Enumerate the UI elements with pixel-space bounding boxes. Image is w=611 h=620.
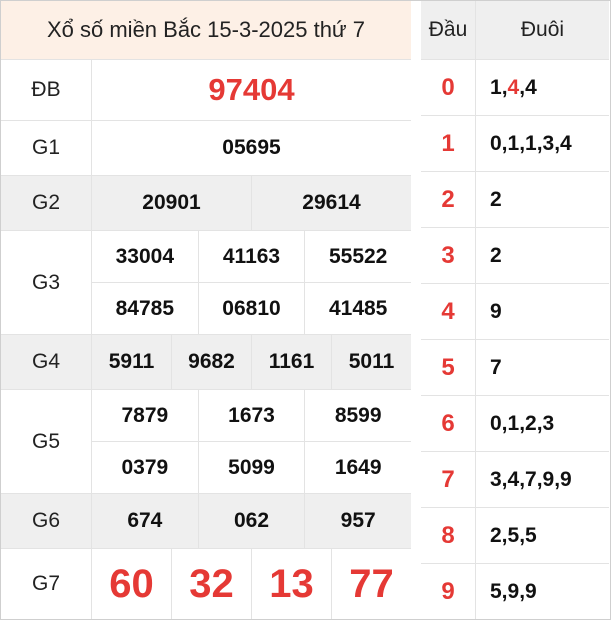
prize-row-g5: G5 7879 1673 8599 0379 5099 1649	[1, 390, 411, 494]
loto-row: 8 2,5,5	[421, 507, 609, 563]
loto-header: Đầu Đuôi	[421, 1, 609, 59]
loto-tail-digits: 5,9,9	[476, 564, 609, 619]
tail-digit: 2	[490, 187, 502, 211]
loto-row: 32	[421, 227, 609, 283]
prize-row-g2: G2 20901 29614	[1, 176, 411, 231]
page-title: Xổ số miền Bắc 15-3-2025 thứ 7	[1, 1, 411, 60]
prize-label: G3	[1, 231, 92, 334]
loto-row: 6 0,1,2,3	[421, 395, 609, 451]
prize-row-db: ĐB 97404	[1, 60, 411, 121]
prize-number: 1649	[304, 442, 411, 493]
tail-digit: 9	[490, 299, 502, 323]
prize-label: G7	[1, 549, 92, 619]
prize-number: 062	[197, 494, 305, 548]
tail-column-label: Đuôi	[520, 18, 565, 41]
tail-digit: 2	[490, 243, 502, 267]
loto-row: 49	[421, 283, 609, 339]
loto-head-digit: 2	[421, 172, 476, 227]
prize-label: G5	[1, 390, 92, 493]
loto-tail-digits: 0,1,2,3	[476, 396, 609, 451]
loto-tail-digits: 2	[476, 172, 609, 227]
loto-tail-digits: 9	[476, 284, 609, 339]
prize-number: 29614	[251, 176, 411, 230]
prize-number: 5911	[108, 350, 155, 373]
prize-number: 0379	[121, 455, 169, 479]
prize-row-g6: G6 674 062 957	[1, 494, 411, 549]
prize-label: G2	[1, 176, 92, 230]
tail-digit: 2,5,5	[490, 523, 537, 547]
loto-rows: 0 1, 4, 4 1 0,1,1,3,4 2 2 3 2 4 9 5 7 6 0,1,2,3 7 3,4,7,9…	[421, 59, 609, 619]
loto-tail-digits: 3,4,7,9,9	[476, 452, 609, 507]
tail-digit: 7	[490, 355, 502, 379]
loto-table: Đầu Đuôi 0 1, 4, 4 1 0,1,1,3,4 2 2 3 2 4 9 5 7 6 0,1,2,…	[421, 1, 609, 619]
tail-digit: 4	[525, 75, 537, 99]
loto-head-digit: 3	[421, 228, 476, 283]
loto-head-digit: 5	[421, 340, 476, 395]
loto-head-digit: 1	[421, 116, 476, 171]
prize-number: 06810	[197, 283, 305, 334]
loto-head-digit: 6	[421, 396, 476, 451]
loto-row: 7 3,4,7,9,9	[421, 451, 609, 507]
prize-number: 8599	[304, 390, 411, 441]
loto-row: 57	[421, 339, 609, 395]
loto-tail-digits: 2,5,5	[476, 508, 609, 563]
prize-number: 957	[304, 494, 411, 548]
head-column-label: Đầu	[421, 1, 476, 59]
loto-row: 01,4,4	[421, 59, 609, 115]
prize-number: 9682	[171, 335, 251, 389]
prize-number: 13	[251, 549, 331, 619]
prize-number: 7879	[121, 403, 169, 427]
prize-label: G6	[1, 494, 92, 548]
prize-label: ĐB	[1, 60, 92, 120]
loto-tail-digits: 1,4,4	[476, 60, 609, 115]
loto-head-digit: 4	[421, 284, 476, 339]
prize-number: 5099	[197, 442, 305, 493]
results-table: Xổ số miền Bắc 15-3-2025 thứ 7 ĐB 97404 …	[1, 1, 411, 619]
prize-number: 20901	[142, 191, 201, 214]
prize-row-g1: G1 05695	[1, 121, 411, 176]
loto-head-digit: 7	[421, 452, 476, 507]
prize-number: 5011	[331, 335, 411, 389]
tail-digit: 1	[490, 75, 502, 99]
tail-digit: 3,4,7,9,9	[490, 467, 572, 491]
prize-row-g3: G3 33004 41163 55522 84785 06810 41485	[1, 231, 411, 335]
tail-digit: 0,1,2,3	[490, 411, 555, 435]
tail-digit: 4	[507, 75, 520, 99]
tail-digit: 5,9,9	[490, 579, 537, 603]
loto-tail-digits: 0,1,1,3,4	[476, 116, 609, 171]
prize-number: 1673	[197, 390, 305, 441]
prize-number: 41485	[304, 283, 411, 334]
prize-number: 05695	[222, 136, 281, 159]
prize-label: G1	[1, 121, 92, 175]
prize-number: 1161	[251, 335, 331, 389]
loto-head-digit: 0	[421, 60, 476, 115]
prize-number: 60	[109, 561, 154, 606]
prize-number: 97404	[208, 72, 295, 107]
loto-row: 1 0,1,1,3,4	[421, 115, 609, 171]
prize-row-g7: G7 60 32 13 77	[1, 549, 411, 619]
prize-label: G4	[1, 335, 92, 389]
loto-head-digit: 9	[421, 564, 476, 619]
loto-tail-digits: 2	[476, 228, 609, 283]
prize-number: 32	[171, 549, 251, 619]
loto-head-digit: 8	[421, 508, 476, 563]
prize-number: 55522	[304, 231, 411, 282]
prize-number: 674	[127, 509, 163, 532]
loto-tail-digits: 7	[476, 340, 609, 395]
tail-digit: 0,1,1,3,4	[490, 131, 572, 155]
prize-number: 33004	[115, 244, 175, 268]
loto-row: 9 5,9,9	[421, 563, 609, 619]
prize-number: 84785	[115, 296, 175, 320]
prize-row-g4: G4 5911 9682 1161 5011	[1, 335, 411, 390]
prize-number: 41163	[197, 231, 305, 282]
prize-number: 77	[331, 549, 411, 619]
loto-row: 22	[421, 171, 609, 227]
